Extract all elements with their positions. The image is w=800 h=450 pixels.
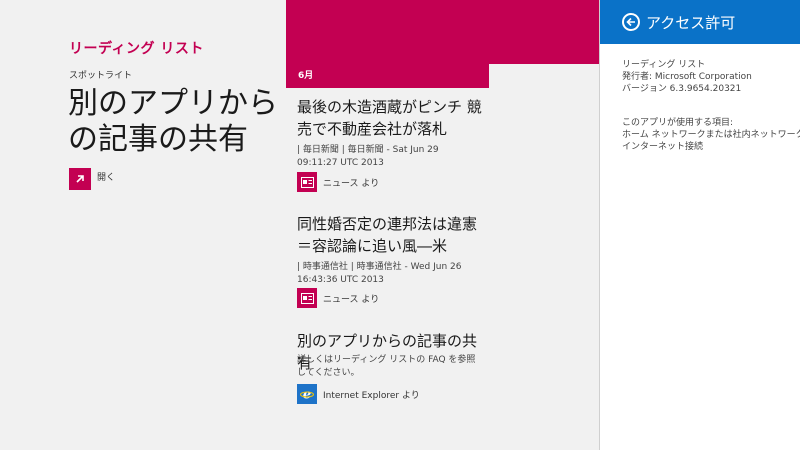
permissions-app-name: リーディング リスト xyxy=(622,60,706,70)
article-source-label: ニュース より xyxy=(323,178,380,189)
open-button[interactable]: 開く xyxy=(69,168,115,190)
article-source: ニュース より xyxy=(297,288,379,308)
article-title[interactable]: 同性婚否定の連邦法は違憲＝容認論に追い風―米 xyxy=(297,213,482,257)
arrow-up-right-icon xyxy=(69,168,91,190)
back-arrow-icon[interactable] xyxy=(622,13,640,31)
article-meta: | 時事通信社 | 時事通信社 - Wed Jun 26 16:43:36 UT… xyxy=(297,262,462,285)
internet-explorer-icon: e xyxy=(297,384,317,404)
svg-text:e: e xyxy=(303,388,311,402)
permissions-header: アクセス許可 xyxy=(600,0,800,44)
month-label: 6月 xyxy=(298,71,314,81)
permissions-version: バージョン 6.3.9654.20321 xyxy=(622,84,742,94)
permissions-uses-label: このアプリが使用する項目: xyxy=(622,118,734,128)
app-title: リーディング リスト xyxy=(69,41,204,57)
article-source: e Internet Explorer より xyxy=(297,384,420,404)
header-band-lower xyxy=(286,64,489,88)
open-button-label: 開く xyxy=(97,173,116,183)
permissions-use-item: ホーム ネットワークまたは社内ネットワーク xyxy=(622,130,800,140)
header-band xyxy=(286,0,599,64)
news-app-icon xyxy=(297,288,317,308)
article-meta: 詳しくはリーディング リストの FAQ を参照してください。 xyxy=(297,355,476,378)
permissions-pane: アクセス許可 リーディング リスト 発行者: Microsoft Corpora… xyxy=(599,0,800,450)
permissions-use-item: インターネット接続 xyxy=(622,142,704,152)
spotlight-label: スポットライト xyxy=(69,71,133,81)
news-app-icon xyxy=(297,172,317,192)
article-source: ニュース より xyxy=(297,172,379,192)
spotlight-title[interactable]: 別のアプリからの記事の共有 xyxy=(68,86,283,158)
article-source-label: ニュース より xyxy=(323,294,380,305)
article-source-label: Internet Explorer より xyxy=(323,390,420,401)
permissions-title: アクセス許可 xyxy=(646,13,736,32)
article-title[interactable]: 最後の木造酒蔵がピンチ 競売で不動産会社が落札 xyxy=(297,96,482,140)
article-meta: | 毎日新聞 | 毎日新聞 - Sat Jun 29 09:11:27 UTC … xyxy=(297,145,439,168)
permissions-publisher: 発行者: Microsoft Corporation xyxy=(622,72,752,82)
